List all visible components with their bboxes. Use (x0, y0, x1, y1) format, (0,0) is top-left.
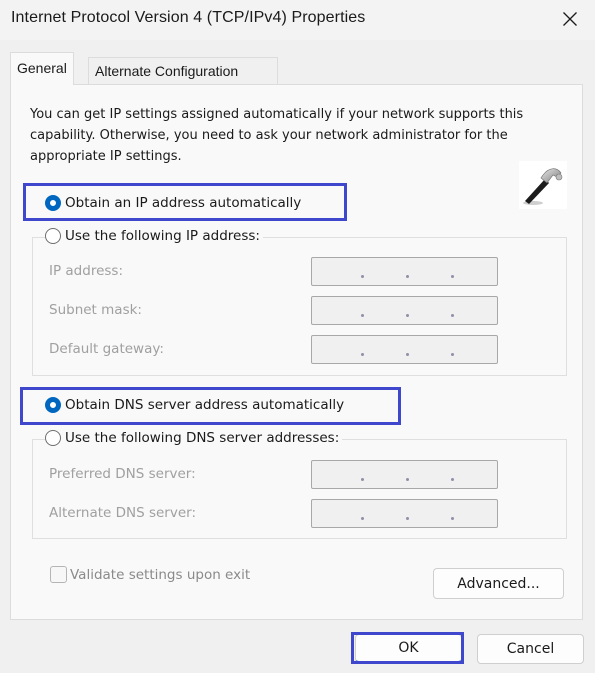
description-text: You can get IP settings assigned automat… (30, 107, 524, 164)
subnet-mask-label: Subnet mask: (49, 302, 142, 318)
checkbox-box (50, 566, 67, 583)
radio-unchecked-indicator (45, 228, 61, 244)
close-button[interactable] (555, 6, 585, 32)
default-gateway-input[interactable] (311, 335, 498, 364)
alternate-dns-input[interactable] (311, 499, 498, 528)
validate-settings-checkbox[interactable]: Validate settings upon exit (50, 566, 250, 583)
title-bar: Internet Protocol Version 4 (TCP/IPv4) P… (0, 0, 595, 40)
hammer-icon (519, 161, 567, 209)
use-following-ip-radio[interactable]: Use the following IP address: (45, 228, 263, 244)
obtain-ip-automatically-label: Obtain an IP address automatically (65, 195, 302, 211)
use-following-dns-label: Use the following DNS server addresses: (65, 430, 340, 446)
close-icon (563, 12, 577, 26)
ip-address-input[interactable] (311, 257, 498, 286)
obtain-ip-automatically-radio[interactable]: Obtain an IP address automatically (45, 195, 301, 211)
radio-checked-indicator (45, 195, 61, 211)
default-gateway-label: Default gateway: (49, 341, 164, 357)
obtain-dns-automatically-label: Obtain DNS server address automatically (65, 397, 345, 413)
subnet-mask-input[interactable] (311, 296, 498, 325)
preferred-dns-input[interactable] (311, 460, 498, 489)
ip-address-label: IP address: (49, 263, 123, 279)
window-title: Internet Protocol Version 4 (TCP/IPv4) P… (11, 9, 366, 26)
use-following-dns-radio[interactable]: Use the following DNS server addresses: (45, 430, 343, 446)
advanced-button[interactable]: Advanced... (433, 568, 564, 599)
radio-checked-indicator (45, 397, 61, 413)
tab-general[interactable]: General (10, 52, 74, 85)
cancel-button[interactable]: Cancel (477, 634, 584, 664)
ok-button[interactable]: OK (355, 634, 462, 663)
alternate-dns-label: Alternate DNS server: (49, 505, 197, 521)
tab-alternate-configuration[interactable]: Alternate Configuration (88, 57, 278, 85)
radio-unchecked-indicator (45, 430, 61, 446)
validate-settings-label: Validate settings upon exit (70, 566, 251, 583)
use-following-ip-label: Use the following IP address: (65, 228, 260, 244)
preferred-dns-label: Preferred DNS server: (49, 466, 196, 482)
obtain-dns-automatically-radio[interactable]: Obtain DNS server address automatically (45, 397, 344, 413)
